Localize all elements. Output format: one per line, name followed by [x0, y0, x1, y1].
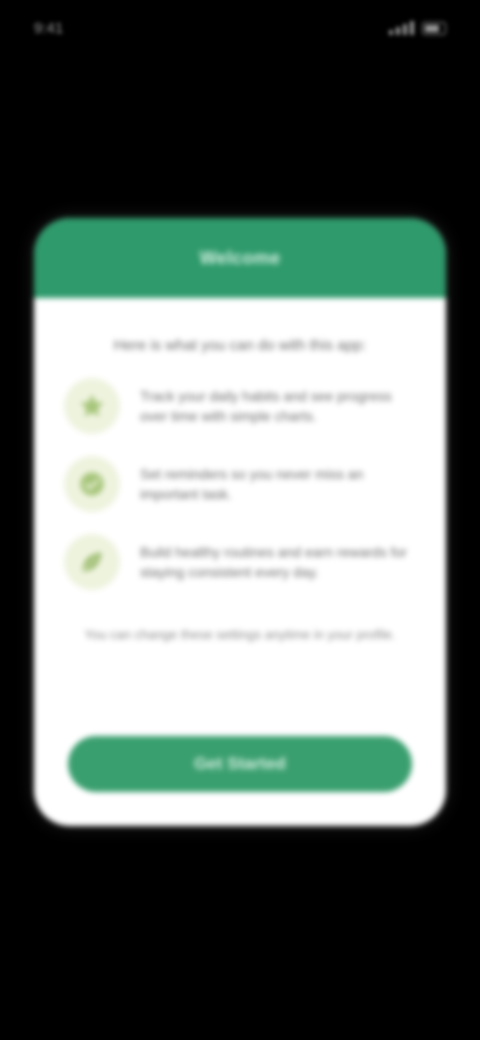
star-icon: [64, 378, 120, 434]
status-time: 9:41: [34, 19, 64, 37]
feature-text: Set reminders so you never miss an impor…: [140, 466, 364, 502]
leaf-icon: [64, 534, 120, 590]
battery-icon: [422, 21, 446, 35]
feature-text: Track your daily habits and see progress…: [140, 388, 392, 424]
check-icon: [64, 456, 120, 512]
feature-item: Track your daily habits and see progress…: [64, 378, 416, 434]
signal-icon: [389, 21, 414, 35]
get-started-button[interactable]: Get Started: [68, 736, 412, 792]
feature-item: Build healthy routines and earn rewards …: [64, 534, 416, 590]
app-screen: 9:41 Welcome Here is what you can do wit…: [0, 0, 480, 1040]
status-icons: [389, 21, 446, 35]
feature-item: Set reminders so you never miss an impor…: [64, 456, 416, 512]
status-bar: 9:41: [0, 0, 480, 56]
dialog-title: Welcome: [199, 247, 281, 268]
dialog-note: You can change these settings anytime in…: [84, 627, 396, 642]
welcome-dialog: Welcome Here is what you can do with thi…: [34, 218, 446, 826]
dialog-header: Welcome: [34, 218, 446, 298]
feature-text: Build healthy routines and earn rewards …: [140, 544, 407, 580]
dialog-intro: Here is what you can do with this app:: [113, 337, 367, 354]
dialog-body: Here is what you can do with this app: T…: [34, 336, 446, 644]
